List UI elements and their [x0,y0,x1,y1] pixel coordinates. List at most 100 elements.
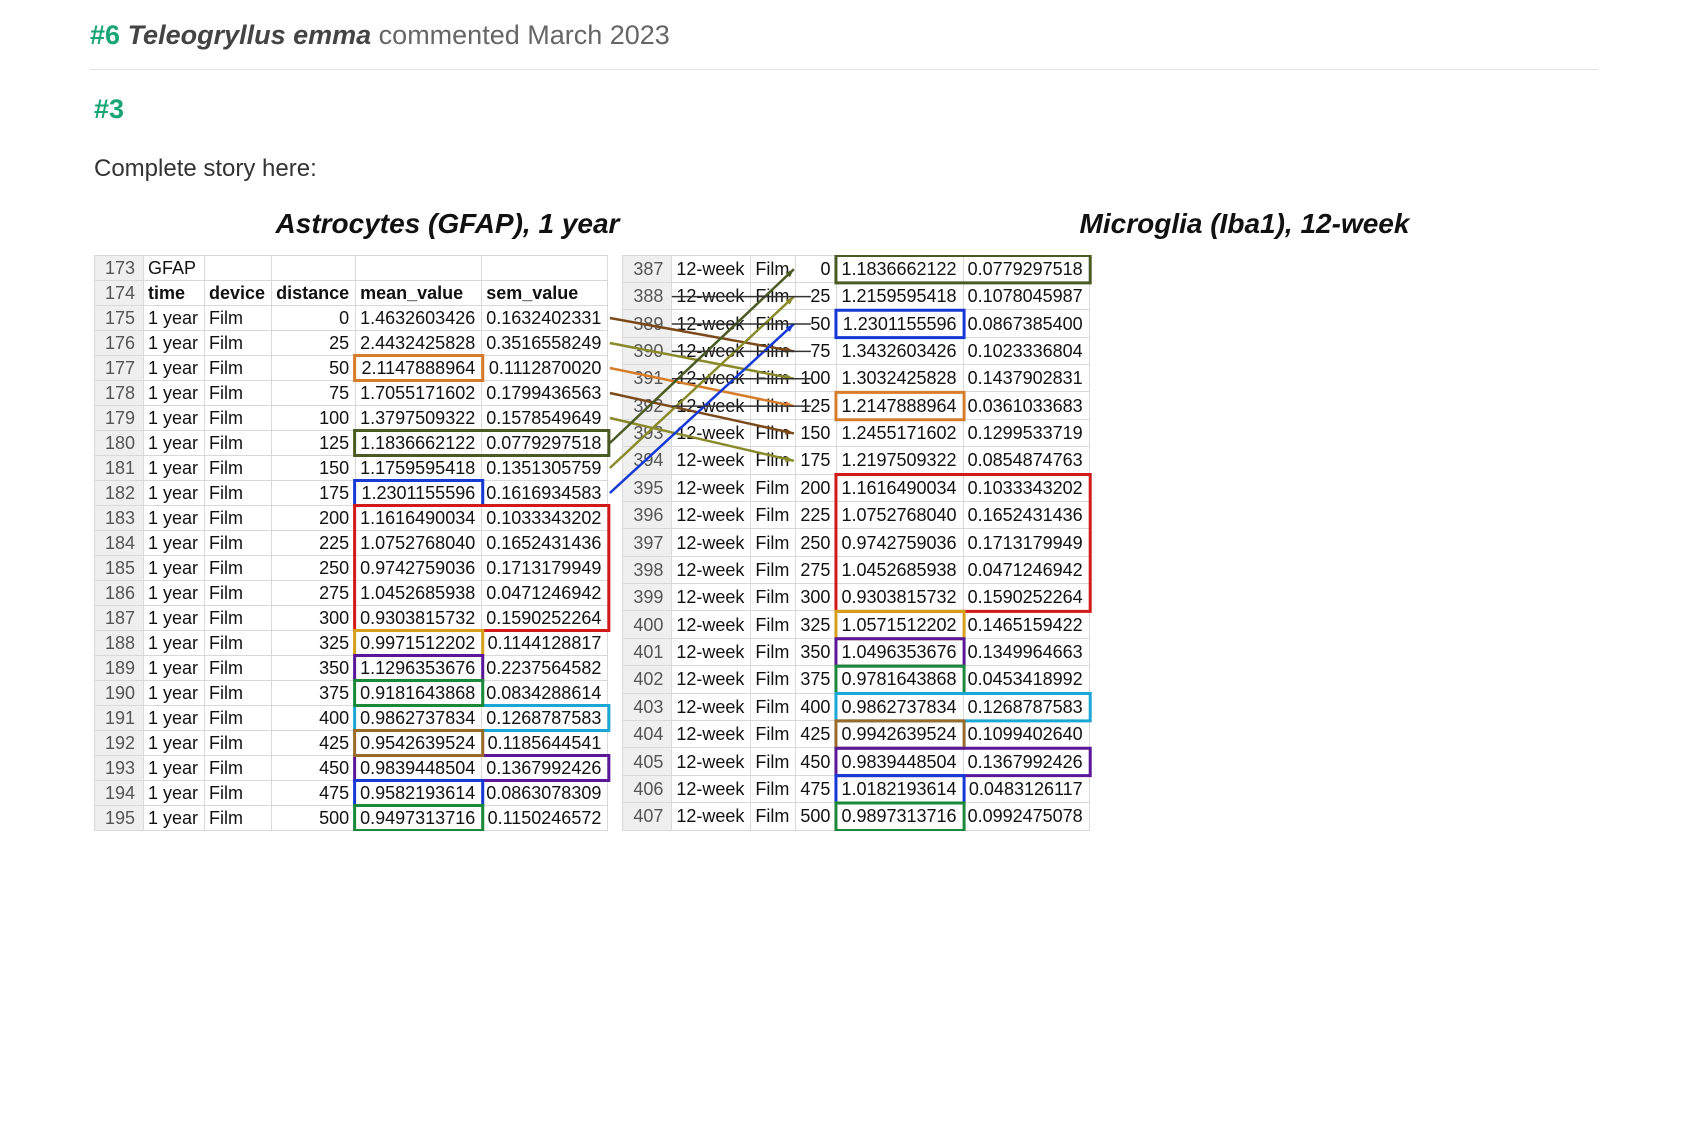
cell: 125 [272,430,356,455]
cell: 1 year [144,780,205,805]
table-row: 173GFAP [95,255,608,280]
cell: Film [751,447,796,474]
cell: Film [205,530,272,555]
cell: 12-week [672,310,751,337]
cell [272,255,356,280]
cell: 1 year [144,580,205,605]
row-number: 405 [623,748,672,775]
comment-header: #6 Teleogryllus emma commented March 202… [90,20,1598,51]
cell: Film [205,505,272,530]
cell: Film [751,748,796,775]
cell: 0.9942639524 [837,720,963,747]
cell: Film [751,803,796,831]
cell: 12-week [672,775,751,802]
cell: 150 [796,419,837,446]
cell: 1.0752768040 [356,530,482,555]
table-row: 1901 yearFilm3750.91816438680.0834288614 [95,680,608,705]
row-number: 191 [95,705,144,730]
cell: device [205,280,272,305]
row-number: 403 [623,693,672,720]
cell: 300 [796,584,837,611]
row-number: 390 [623,337,672,364]
cell: 1.0752768040 [837,501,963,528]
cell: 1 year [144,455,205,480]
cell: 150 [272,455,356,480]
cell: 375 [272,680,356,705]
cell: 1 year [144,330,205,355]
cell: Film [205,580,272,605]
cell: 0.9839448504 [837,748,963,775]
table-row: 40112-weekFilm3501.04963536760.134996466… [623,638,1089,665]
table-row: 39212-weekFilm1251.21478889640.036103368… [623,392,1089,419]
cell: 75 [796,337,837,364]
cell: Film [205,480,272,505]
cell: 425 [796,720,837,747]
cell: 200 [272,505,356,530]
comment-author[interactable]: Teleogryllus emma [128,20,372,50]
cell: 300 [272,605,356,630]
cell: 0.0834288614 [482,680,608,705]
table-row: 1781 yearFilm751.70551716020.1799436563 [95,380,608,405]
table-row: 1771 yearFilm502.11478889640.1112870020 [95,355,608,380]
cell: Film [751,419,796,446]
cell: 375 [796,666,837,693]
cell: 350 [272,655,356,680]
cell: Film [751,392,796,419]
cell: 1 year [144,680,205,705]
comment-number[interactable]: #6 [90,20,120,50]
row-number: 395 [623,474,672,501]
cell: 12-week [672,611,751,638]
cell: 1 year [144,730,205,755]
left-spreadsheet: 173GFAP174timedevicedistancemean_valuese… [94,255,608,831]
cell: 1.2455171602 [837,419,963,446]
cell [482,255,608,280]
row-number: 177 [95,355,144,380]
reply-number[interactable]: #3 [94,94,1598,125]
table-row: 1761 yearFilm252.44324258280.3516558249 [95,330,608,355]
right-spreadsheet: 38712-weekFilm01.18366621220.07792975183… [622,255,1089,831]
cell: Film [205,380,272,405]
cell: 1.1759595418 [356,455,482,480]
cell: 0.1616934583 [482,480,608,505]
body-intro-text: Complete story here: [94,155,1598,183]
cell: 225 [796,501,837,528]
cell: 1 year [144,755,205,780]
cell: 0 [796,255,837,282]
cell: 0.1268787583 [963,693,1089,720]
cell: 0.1033343202 [963,474,1089,501]
cell: 0.1150246572 [482,805,608,830]
cell: 0.1112870020 [482,355,608,380]
cell: Film [751,365,796,392]
cell: 12-week [672,474,751,501]
cell: 0.9303815732 [356,605,482,630]
cell: 1.7055171602 [356,380,482,405]
cell: Film [205,680,272,705]
cell: 0.1099402640 [963,720,1089,747]
cell: 0.0992475078 [963,803,1089,831]
cell: 0.1590252264 [963,584,1089,611]
cell: 1.3797509322 [356,405,482,430]
cell: 0.9303815732 [837,584,963,611]
cell: 0.1713179949 [963,529,1089,556]
cell: 0.0483126117 [963,775,1089,802]
row-number: 180 [95,430,144,455]
cell: Film [205,780,272,805]
row-number: 174 [95,280,144,305]
cell: 275 [272,580,356,605]
table-row: 39812-weekFilm2751.04526859380.047124694… [623,556,1089,583]
divider [90,69,1598,70]
cell: 1.0496353676 [837,638,963,665]
cell: 100 [272,405,356,430]
cell: 275 [796,556,837,583]
table-row: 39712-weekFilm2500.97427590360.171317994… [623,529,1089,556]
cell: 12-week [672,693,751,720]
cell: 0.0854874763 [963,447,1089,474]
cell: 175 [272,480,356,505]
table-row: 38912-weekFilm501.23011555960.0867385400 [623,310,1089,337]
cell: 0.0361033683 [963,392,1089,419]
cell: Film [205,405,272,430]
table-row: 1941 yearFilm4750.95821936140.0863078309 [95,780,608,805]
table-row: 174timedevicedistancemean_valuesem_value [95,280,608,305]
cell: 225 [272,530,356,555]
cell: 0.0863078309 [482,780,608,805]
